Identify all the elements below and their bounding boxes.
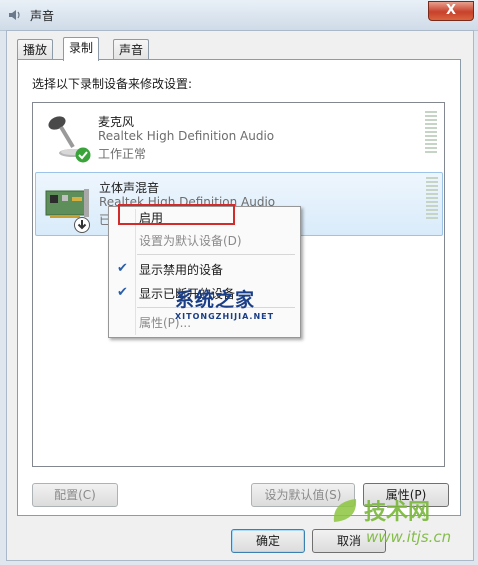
menu-item-set-default[interactable]: 设置为默认设备(D) bbox=[139, 231, 242, 251]
close-button[interactable]: X bbox=[428, 1, 474, 21]
watermark-logo: 技术网 www.itjs.cn bbox=[330, 490, 470, 560]
watermark-logo: 系统之家 XITONGZHIJIA.NET bbox=[175, 285, 274, 321]
watermark-title: 系统之家 bbox=[175, 289, 256, 311]
device-name: 立体声混音 bbox=[99, 181, 160, 195]
device-status: 工作正常 bbox=[98, 147, 147, 161]
checkmark-icon: ✔ bbox=[117, 285, 128, 300]
device-item-microphone[interactable]: 麦克风 Realtek High Definition Audio 工作正常 bbox=[35, 107, 441, 169]
configure-button[interactable]: 配置(C) bbox=[32, 483, 118, 507]
device-name: 麦克风 bbox=[98, 115, 135, 129]
speaker-icon bbox=[9, 10, 20, 20]
menu-item-show-disabled[interactable]: 显示禁用的设备 bbox=[139, 260, 223, 280]
tab-playback[interactable]: 播放 bbox=[17, 39, 54, 60]
title-bar[interactable]: 声音 X bbox=[0, 0, 478, 31]
watermark-url: XITONGZHIJIA.NET bbox=[175, 312, 275, 321]
tab-sounds[interactable]: 声音 bbox=[113, 39, 150, 60]
green-check-icon bbox=[75, 147, 91, 163]
level-meter bbox=[425, 111, 437, 157]
leaf-logo-icon bbox=[333, 499, 357, 522]
device-description: Realtek High Definition Audio bbox=[98, 129, 275, 143]
window-title: 声音 bbox=[30, 9, 55, 23]
instruction-text: 选择以下录制设备来修改设置: bbox=[32, 77, 193, 91]
watermark-title: 技术网 bbox=[364, 500, 431, 525]
checkmark-icon: ✔ bbox=[117, 261, 128, 276]
tab-recording[interactable]: 录制 bbox=[63, 37, 100, 61]
watermark-url: www.itjs.cn bbox=[366, 528, 452, 546]
ok-button[interactable]: 确定 bbox=[231, 529, 305, 553]
highlight-annotation bbox=[118, 204, 235, 225]
level-meter bbox=[426, 177, 438, 223]
disabled-down-arrow-icon bbox=[74, 217, 90, 233]
